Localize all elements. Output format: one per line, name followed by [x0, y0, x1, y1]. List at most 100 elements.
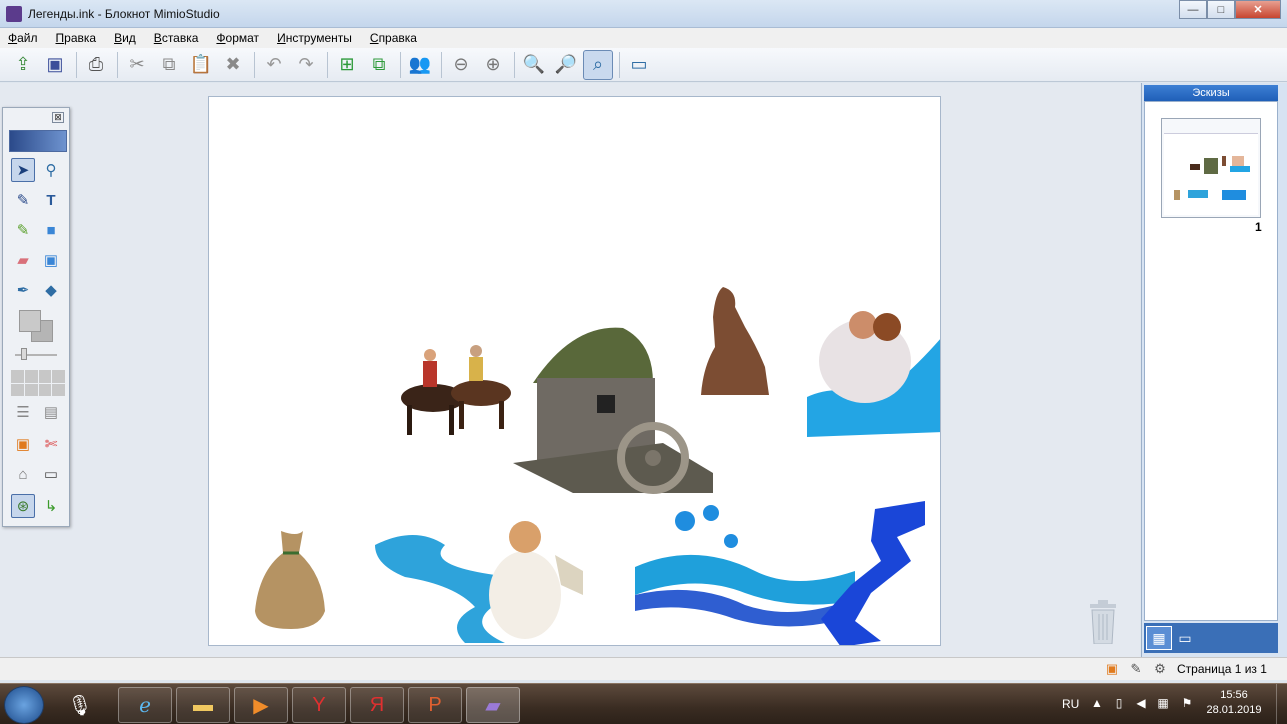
start-button[interactable]	[4, 686, 44, 724]
menu-format[interactable]: Формат	[216, 31, 259, 45]
menu-insert[interactable]: Вставка	[154, 31, 199, 45]
thumbnail-page-number: 1	[1255, 220, 1262, 234]
menu-help[interactable]: Справка	[370, 31, 417, 45]
media-player-icon[interactable]: ▶	[234, 687, 288, 723]
eyedropper-tool-icon[interactable]: ✒	[11, 278, 35, 302]
zoom-fit-icon[interactable]: ⌕	[583, 49, 613, 80]
folder-tab-icon[interactable]: ▭	[1172, 626, 1198, 650]
gallery-icon[interactable]: ▣	[11, 432, 35, 456]
thumbnail-pane: Эскизы 1 ▦ ▭	[1141, 83, 1287, 657]
pen-status-icon[interactable]: ✎	[1128, 661, 1144, 677]
show-desktop-button[interactable]	[1276, 684, 1287, 724]
device-icon[interactable]: ▯	[1112, 696, 1126, 710]
powerpoint-icon[interactable]: P	[408, 687, 462, 723]
gallery-status-icon[interactable]: ▣	[1104, 661, 1120, 677]
text-tool-icon[interactable]: T	[39, 188, 63, 212]
fill-style-icon[interactable]: ▤	[39, 400, 63, 424]
minimize-button[interactable]: —	[1179, 0, 1207, 19]
duplicate-page-icon[interactable]: ⧉	[364, 50, 394, 80]
fill-tool-icon[interactable]: ◆	[39, 278, 63, 302]
zoom-out-icon[interactable]: 🔎	[551, 50, 581, 80]
recognition-icon[interactable]: ⊛	[11, 494, 35, 518]
pen-preview	[9, 130, 67, 152]
statue-image[interactable]	[699, 287, 771, 397]
undo-icon[interactable]: ↶	[259, 50, 289, 80]
palette-close-button[interactable]: ⊠	[52, 112, 64, 123]
save-icon[interactable]: ▣	[40, 50, 70, 80]
capture-icon[interactable]: ▭	[39, 462, 63, 486]
internet-explorer-icon[interactable]: ℯ	[118, 687, 172, 723]
water-splash-image[interactable]	[635, 501, 935, 646]
cut-icon[interactable]: ✂	[122, 50, 152, 80]
app-icon	[6, 5, 22, 22]
yandex-browser-icon[interactable]: Y	[292, 687, 346, 723]
sack-image[interactable]	[253, 531, 329, 629]
screen-icon[interactable]: ▭	[624, 50, 654, 80]
highlighter-tool-icon[interactable]: ✎	[11, 218, 35, 242]
insert-icon[interactable]: ↳	[39, 494, 63, 518]
open-icon[interactable]: ⇪	[8, 50, 38, 80]
riders-image[interactable]	[393, 343, 523, 443]
thumbnails-tab-icon[interactable]: ▦	[1146, 626, 1172, 650]
tool-palette: ⊠ ➤ ⚲ ✎ T ✎ ■ ▰ ▣ ✒ ◆ ☰ ▤ ▣ ✄ ⌂ ▭ ⊛ ↳	[2, 107, 70, 527]
transparency-grid[interactable]	[11, 370, 65, 396]
clock[interactable]: 15:56 28.01.2019	[1204, 688, 1264, 718]
maximize-button[interactable]: □	[1207, 0, 1235, 19]
image-tool-icon[interactable]: ▣	[39, 248, 63, 272]
page-thumbnail[interactable]	[1161, 118, 1261, 218]
copy-icon[interactable]: ⧉	[154, 50, 184, 80]
toolbar-separator	[254, 51, 255, 78]
toolbar-separator	[441, 51, 442, 78]
foreground-color	[19, 310, 41, 332]
paste-icon[interactable]: 📋	[186, 50, 216, 80]
trash-icon[interactable]	[1086, 600, 1120, 644]
close-button[interactable]: ✕	[1235, 0, 1281, 19]
shape-tool-icon[interactable]: ■	[39, 218, 63, 242]
color-swatch[interactable]	[19, 310, 55, 342]
mimiostudio-icon[interactable]: ▰	[466, 687, 520, 723]
tools-icon[interactable]: ✄	[39, 432, 63, 456]
collaborate-icon[interactable]: 👥	[405, 50, 435, 80]
eraser-tool-icon[interactable]: ▰	[11, 248, 35, 272]
menu-file[interactable]: Файл	[8, 31, 38, 45]
yandex-icon[interactable]: Я	[350, 687, 404, 723]
menu-view[interactable]: Вид	[114, 31, 136, 45]
back-icon[interactable]: ⊖	[446, 50, 476, 80]
title-bar: Легенды.ink - Блокнот MimioStudio — □ ✕	[0, 0, 1287, 28]
toolbar-separator	[619, 51, 620, 78]
pen-tool-icon[interactable]: ✎	[11, 188, 35, 212]
clock-date: 28.01.2019	[1206, 704, 1262, 716]
file-explorer-icon[interactable]: ▬	[176, 687, 230, 723]
line-style-icon[interactable]: ☰	[11, 400, 35, 424]
voice-assistant-icon[interactable]: 🎙	[62, 687, 98, 723]
delete-icon[interactable]: ✖	[218, 50, 248, 80]
zoom-in-icon[interactable]: 🔍	[519, 50, 549, 80]
mouse-icon[interactable]: ⌂	[11, 462, 35, 486]
new-page-icon[interactable]: ⊞	[332, 50, 362, 80]
print-icon[interactable]: ⎙	[81, 50, 111, 80]
zoom-tool-icon[interactable]: ⚲	[39, 158, 63, 182]
redo-icon[interactable]: ↷	[291, 50, 321, 80]
page-indicator: Страница 1 из 1	[1177, 662, 1267, 676]
language-indicator[interactable]: RU	[1062, 697, 1079, 711]
menu-edit[interactable]: Правка	[56, 31, 97, 45]
flag-icon[interactable]: ⚑	[1180, 696, 1194, 710]
forward-icon[interactable]: ⊕	[478, 50, 508, 80]
thumbnail-list: 1	[1144, 101, 1278, 621]
menu-tools[interactable]: Инструменты	[277, 31, 352, 45]
pane-tabs: ▦ ▭	[1144, 623, 1278, 653]
mill-image[interactable]	[513, 323, 723, 498]
volume-icon[interactable]: ◀	[1134, 696, 1148, 710]
toolbar-separator	[400, 51, 401, 78]
toolbar-separator	[327, 51, 328, 78]
select-tool-icon[interactable]: ➤	[11, 158, 35, 182]
toolbar-separator	[76, 51, 77, 78]
show-hidden-icons-icon[interactable]: ▲	[1090, 696, 1104, 710]
settings-status-icon[interactable]: ⚙	[1152, 661, 1168, 677]
couple-image[interactable]	[807, 297, 941, 437]
page-canvas[interactable]	[208, 96, 941, 646]
width-slider-thumb[interactable]	[21, 348, 27, 360]
river-man-image[interactable]	[375, 515, 585, 645]
menu-bar: Файл Правка Вид Вставка Формат Инструмен…	[0, 28, 1287, 48]
network-icon[interactable]: ▦	[1156, 696, 1170, 710]
